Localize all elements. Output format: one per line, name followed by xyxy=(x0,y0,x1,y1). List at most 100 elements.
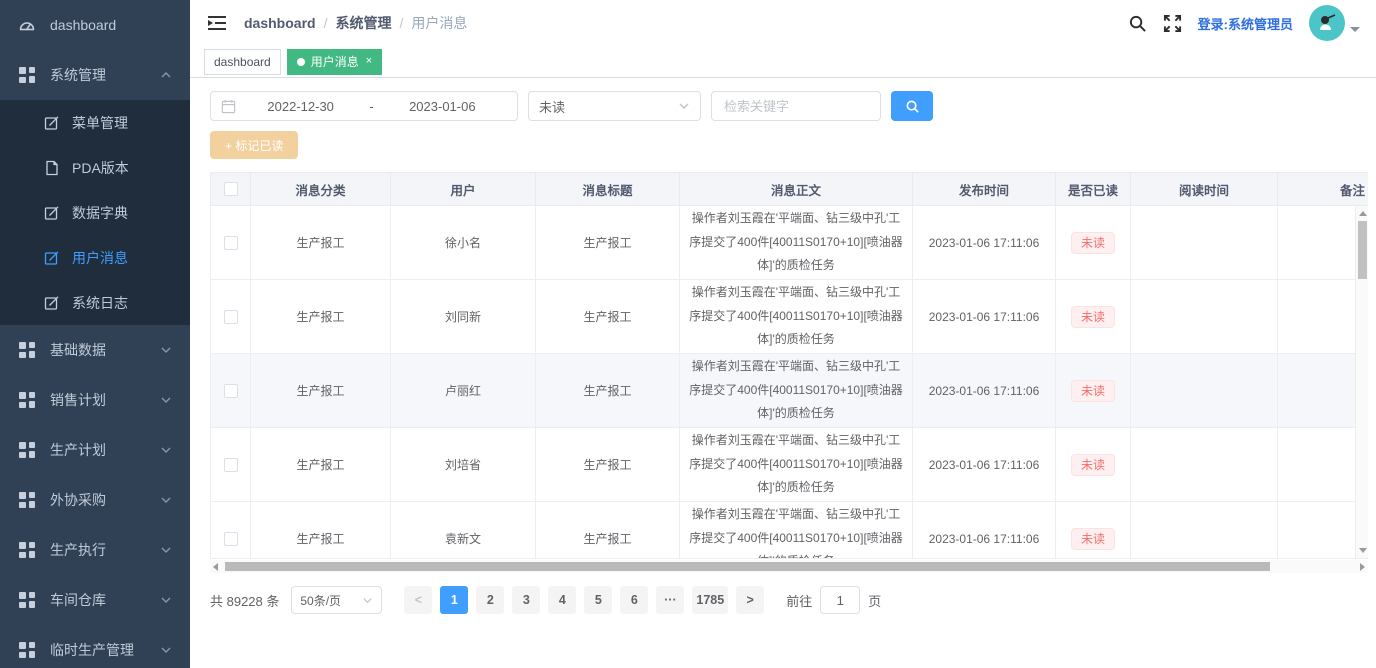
sidebar-group-workshop-warehouse[interactable]: 车间仓库 xyxy=(0,575,190,625)
page-button[interactable]: 3 xyxy=(512,586,540,614)
mark-read-button[interactable]: + 标记已读 xyxy=(210,131,298,159)
cell-category: 生产报工 xyxy=(251,280,391,354)
date-start-value[interactable]: 2022-12-30 xyxy=(236,99,365,114)
column-header: 是否已读 xyxy=(1056,173,1131,206)
cell-publish-time: 2023-01-06 17:11:06 xyxy=(913,428,1056,502)
sidebar-group-label: 外协采购 xyxy=(50,490,160,510)
table-row[interactable]: 生产报工 刘培省 生产报工 操作者刘玉霞在'平端面、钻三级中孔'工序提交了400… xyxy=(211,428,1369,502)
cell-title: 生产报工 xyxy=(536,502,680,560)
chevron-down-icon xyxy=(160,394,172,406)
sidebar-group-basic-data[interactable]: 基础数据 xyxy=(0,325,190,375)
unread-status-badge: 未读 xyxy=(1071,528,1115,550)
vertical-scrollbar-thumb[interactable] xyxy=(1358,221,1367,279)
goto-label: 前往 xyxy=(786,591,812,610)
table-row[interactable]: 生产报工 袁新文 生产报工 操作者刘玉霞在'平端面、钻三级中孔'工序提交了400… xyxy=(211,502,1369,560)
sidebar-item-user-messages[interactable]: 用户消息 xyxy=(0,235,190,280)
row-checkbox[interactable] xyxy=(224,458,238,472)
row-checkbox[interactable] xyxy=(224,310,238,324)
scroll-up-arrow-icon[interactable] xyxy=(1359,211,1367,216)
sidebar-group-label: 系统管理 xyxy=(50,65,160,85)
cell-read-time xyxy=(1131,428,1278,502)
sidebar-group-production-plan[interactable]: 生产计划 xyxy=(0,425,190,475)
table-header-row: 消息分类 用户 消息标题 消息正文 发布时间 是否已读 阅读时间 备注 xyxy=(211,173,1369,206)
cell-user: 刘同新 xyxy=(391,280,536,354)
user-avatar[interactable] xyxy=(1309,5,1345,41)
select-value: 未读 xyxy=(539,97,565,116)
sidebar-group-system[interactable]: 系统管理 xyxy=(0,50,190,100)
breadcrumb-item[interactable]: 系统管理 xyxy=(335,13,391,33)
user-menu[interactable] xyxy=(1309,5,1360,41)
caret-down-icon xyxy=(1350,27,1360,32)
table-row[interactable]: 生产报工 刘同新 生产报工 操作者刘玉霞在'平端面、钻三级中孔'工序提交了400… xyxy=(211,280,1369,354)
sidebar-item-pda-version[interactable]: PDA版本 xyxy=(0,145,190,190)
next-page-button[interactable]: > xyxy=(736,586,764,614)
goto-page-input[interactable] xyxy=(820,586,860,614)
login-user-label[interactable]: 登录:系统管理员 xyxy=(1198,14,1293,33)
sidebar-group-label: 生产计划 xyxy=(50,440,160,460)
fullscreen-icon[interactable] xyxy=(1163,14,1182,33)
page-button[interactable]: 2 xyxy=(476,586,504,614)
sidebar-item-menu-management[interactable]: 菜单管理 xyxy=(0,100,190,145)
unread-status-badge: 未读 xyxy=(1071,454,1115,476)
grid-icon xyxy=(18,341,36,359)
prev-page-button[interactable]: < xyxy=(404,586,432,614)
read-status-select[interactable]: 未读 xyxy=(528,91,701,121)
sidebar-item-data-dictionary[interactable]: 数据字典 xyxy=(0,190,190,235)
sidebar-item-dashboard[interactable]: dashboard xyxy=(0,0,190,50)
cell-publish-time: 2023-01-06 17:11:06 xyxy=(913,280,1056,354)
cell-content: 操作者刘玉霞在'平端面、钻三级中孔'工序提交了400件[40011S0170+1… xyxy=(680,428,913,502)
sidebar-group-production-execution[interactable]: 生产执行 xyxy=(0,525,190,575)
vertical-scrollbar[interactable] xyxy=(1355,206,1368,558)
date-range-picker[interactable]: 2022-12-30 - 2023-01-06 xyxy=(210,91,518,121)
tab-dashboard[interactable]: dashboard xyxy=(204,49,281,75)
horizontal-scrollbar[interactable] xyxy=(210,560,1368,573)
column-header: 消息正文 xyxy=(680,173,913,206)
cell-user: 徐小名 xyxy=(391,206,536,280)
cell-user: 袁新文 xyxy=(391,502,536,560)
scroll-down-arrow-icon[interactable] xyxy=(1359,548,1367,553)
date-end-value[interactable]: 2023-01-06 xyxy=(378,99,507,114)
chevron-down-icon xyxy=(160,444,172,456)
row-checkbox[interactable] xyxy=(224,384,238,398)
close-icon[interactable]: × xyxy=(366,56,372,67)
grid-icon xyxy=(18,641,36,659)
more-pages-button[interactable]: ··· xyxy=(656,586,684,614)
page-button[interactable]: 4 xyxy=(548,586,576,614)
row-checkbox[interactable] xyxy=(224,532,238,546)
page-size-select[interactable]: 50条/页 xyxy=(291,586,382,614)
page-button[interactable]: 5 xyxy=(584,586,612,614)
search-button[interactable] xyxy=(891,91,933,121)
document-icon xyxy=(44,160,60,176)
total-count-label: 共 89228 条 xyxy=(210,591,279,610)
scroll-right-arrow-icon[interactable] xyxy=(1360,563,1365,571)
cell-title: 生产报工 xyxy=(536,280,680,354)
keyword-input[interactable] xyxy=(722,98,870,115)
table-row[interactable]: 生产报工 徐小名 生产报工 操作者刘玉霞在'平端面、钻三级中孔'工序提交了400… xyxy=(211,206,1369,280)
table-row[interactable]: 生产报工 卢丽红 生产报工 操作者刘玉霞在'平端面、钻三级中孔'工序提交了400… xyxy=(211,354,1369,428)
page-button[interactable]: 1785 xyxy=(692,586,728,614)
avatar-figure-icon xyxy=(1316,12,1338,34)
sidebar-group-outsourcing[interactable]: 外协采购 xyxy=(0,475,190,525)
sidebar-fold-icon[interactable] xyxy=(206,12,228,34)
goto-unit-label: 页 xyxy=(868,591,881,610)
tab-user-messages[interactable]: 用户消息 × xyxy=(287,49,382,75)
navbar-right: 登录:系统管理员 xyxy=(1128,5,1360,41)
edit-icon xyxy=(44,250,60,266)
page-button[interactable]: 6 xyxy=(620,586,648,614)
search-icon[interactable] xyxy=(1128,14,1147,33)
breadcrumb-item[interactable]: dashboard xyxy=(244,15,316,31)
page-content: 2022-12-30 - 2023-01-06 未读 + 标记已读 xyxy=(190,78,1376,668)
horizontal-scrollbar-thumb[interactable] xyxy=(225,562,1270,571)
row-checkbox[interactable] xyxy=(224,236,238,250)
tab-label: 用户消息 xyxy=(311,53,359,70)
sidebar-group-temp-production[interactable]: 临时生产管理 xyxy=(0,625,190,668)
select-all-checkbox[interactable] xyxy=(224,182,238,196)
grid-icon xyxy=(18,591,36,609)
scroll-left-arrow-icon[interactable] xyxy=(213,563,218,571)
cell-content: 操作者刘玉霞在'平端面、钻三级中孔'工序提交了400件[40011S0170+1… xyxy=(680,206,913,280)
sidebar-group-sales-plan[interactable]: 销售计划 xyxy=(0,375,190,425)
page-button[interactable]: 1 xyxy=(440,586,468,614)
sidebar-item-system-logs[interactable]: 系统日志 xyxy=(0,280,190,325)
cell-read-time xyxy=(1131,280,1278,354)
goto-page: 前往 页 xyxy=(786,586,881,614)
